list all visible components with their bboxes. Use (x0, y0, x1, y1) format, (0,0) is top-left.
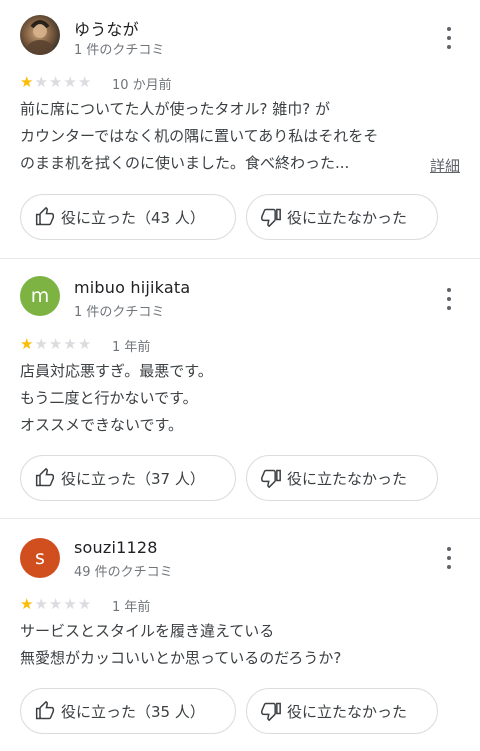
review-text: 店員対応悪すぎ。最悪です。 もう二度と行かないです。 オススメできないです。 (20, 358, 460, 439)
not-helpful-button[interactable]: 役に立たなかった (246, 688, 438, 734)
star-icon: ★ (63, 595, 77, 613)
thumb-up-icon (35, 701, 55, 720)
read-more-link[interactable]: 詳細 (430, 155, 460, 176)
review-date: 1 年前 (112, 340, 151, 355)
review-date: 1 年前 (112, 600, 151, 615)
star-rating: ★ ★ ★ ★ ★ (20, 336, 91, 352)
thumb-down-icon (261, 469, 281, 488)
not-helpful-label: 役に立たなかった (287, 702, 408, 721)
review-text-line: のまま机を拭くのに使いました。食べ終わった... (20, 154, 350, 172)
thumb-up-icon (35, 207, 55, 226)
not-helpful-label: 役に立たなかった (287, 469, 408, 488)
helpful-label: 役に立った（37 人） (61, 469, 205, 488)
review-text: 前に席についてた人が使ったタオル? 雑巾? が カウンターではなく机の隅に置いて… (20, 96, 460, 177)
thumb-down-icon (261, 702, 281, 721)
reviewer-name[interactable]: mibuo hijikata (74, 278, 190, 297)
star-icon: ★ (48, 73, 63, 91)
more-vert-icon (447, 27, 451, 31)
avatar-letter: m (30, 285, 50, 307)
star-icon: ★ (34, 335, 48, 353)
star-icon: ★ (20, 73, 34, 91)
more-vert-icon (447, 288, 451, 292)
review-text-line: カウンターではなく机の隅に置いてあり私はそれをそ (20, 127, 379, 145)
reviewer-review-count: 49 件のクチコミ (74, 565, 173, 580)
not-helpful-button[interactable]: 役に立たなかった (246, 194, 438, 240)
avatar-letter: s (35, 547, 45, 569)
reviewer-review-count: 1 件のクチコミ (74, 305, 165, 320)
thumb-up-icon (35, 468, 55, 487)
helpful-label: 役に立った（35 人） (61, 702, 205, 721)
star-icon: ★ (77, 73, 92, 91)
reviewer-review-count: 1 件のクチコミ (74, 43, 165, 58)
review-card: s souzi1128 49 件のクチコミ ★ ★ ★ ★ ★ 1 年前 サービスとスタ… (0, 519, 480, 751)
review-text-line: 前に席についてた人が使ったタオル? 雑巾? が (20, 100, 331, 118)
star-icon: ★ (63, 73, 77, 91)
star-icon: ★ (34, 595, 48, 613)
review-date: 10 か月前 (112, 78, 172, 93)
avatar[interactable]: m (20, 276, 60, 316)
star-icon: ★ (34, 73, 48, 91)
thumb-down-icon (261, 208, 281, 227)
star-icon: ★ (63, 335, 77, 353)
star-icon: ★ (20, 335, 34, 353)
user-photo-icon (27, 20, 53, 55)
star-icon: ★ (20, 595, 34, 613)
helpful-button[interactable]: 役に立った（43 人） (20, 194, 236, 240)
review-text: サービスとスタイルを履き違えている 無愛想がカッコいいとか思っているのだろうか? (20, 618, 460, 672)
star-icon: ★ (77, 335, 92, 353)
star-icon: ★ (77, 595, 92, 613)
star-rating: ★ ★ ★ ★ ★ (20, 596, 91, 612)
review-text-line: オススメできないです。 (20, 416, 184, 434)
review-text-line: もう二度と行かないです。 (20, 389, 198, 407)
review-text-line: 店員対応悪すぎ。最悪です。 (20, 362, 213, 380)
star-icon: ★ (48, 335, 63, 353)
avatar[interactable] (20, 15, 60, 55)
more-options-button[interactable] (444, 547, 454, 569)
helpful-label: 役に立った（43 人） (61, 208, 205, 227)
review-text-line: サービスとスタイルを履き違えている (20, 622, 275, 640)
more-options-button[interactable] (444, 288, 454, 310)
helpful-button[interactable]: 役に立った（35 人） (20, 688, 236, 734)
helpful-button[interactable]: 役に立った（37 人） (20, 455, 236, 501)
review-card: m mibuo hijikata 1 件のクチコミ ★ ★ ★ ★ ★ 1 年前 店員対… (0, 259, 480, 518)
more-options-button[interactable] (444, 27, 454, 49)
star-icon: ★ (48, 595, 63, 613)
star-rating: ★ ★ ★ ★ ★ (20, 74, 91, 90)
not-helpful-label: 役に立たなかった (287, 208, 408, 227)
more-vert-icon (447, 547, 451, 551)
not-helpful-button[interactable]: 役に立たなかった (246, 455, 438, 501)
reviewer-name[interactable]: ゆうなが (74, 16, 139, 40)
review-card: ゆうなが 1 件のクチコミ ★ ★ ★ ★ ★ 10 か月前 前に席についてた人が使った… (0, 0, 480, 258)
avatar[interactable]: s (20, 538, 60, 578)
review-text-line: 無愛想がカッコいいとか思っているのだろうか? (20, 649, 342, 667)
reviewer-name[interactable]: souzi1128 (74, 538, 158, 557)
